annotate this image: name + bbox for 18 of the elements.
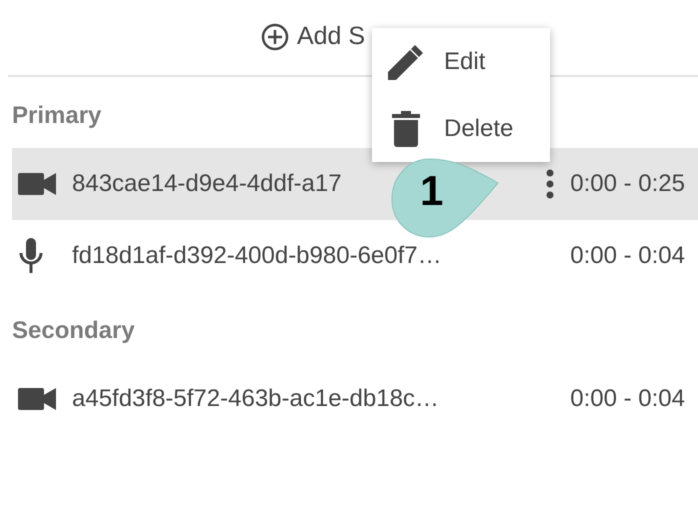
media-name: a45fd3f8-5f72-463b-ac1e-db18c… bbox=[72, 384, 439, 414]
media-name: 843cae14-d9e4-4ddf-a17 bbox=[72, 169, 342, 199]
trash-icon bbox=[392, 110, 420, 146]
time-range: 0:00 - 0:04 bbox=[570, 241, 685, 271]
menu-item[interactable]: Edit bbox=[372, 28, 550, 95]
section-heading: Primary bbox=[12, 101, 102, 131]
video-camera-icon bbox=[18, 387, 56, 411]
more-icon[interactable] bbox=[546, 169, 554, 199]
time-range: 0:00 - 0:04 bbox=[570, 384, 685, 414]
add-icon bbox=[260, 22, 289, 50]
add-button[interactable]: Add S bbox=[296, 18, 366, 56]
video-camera-icon bbox=[18, 172, 56, 196]
media-name: fd18d1af-d392-400d-b980-6e0f7… bbox=[72, 241, 442, 271]
callout-number: 1 bbox=[420, 170, 444, 212]
microphone-icon bbox=[18, 238, 44, 274]
section-heading: Secondary bbox=[12, 316, 135, 346]
pencil-icon bbox=[388, 44, 424, 80]
time-range: 0:00 - 0:25 bbox=[570, 169, 685, 199]
